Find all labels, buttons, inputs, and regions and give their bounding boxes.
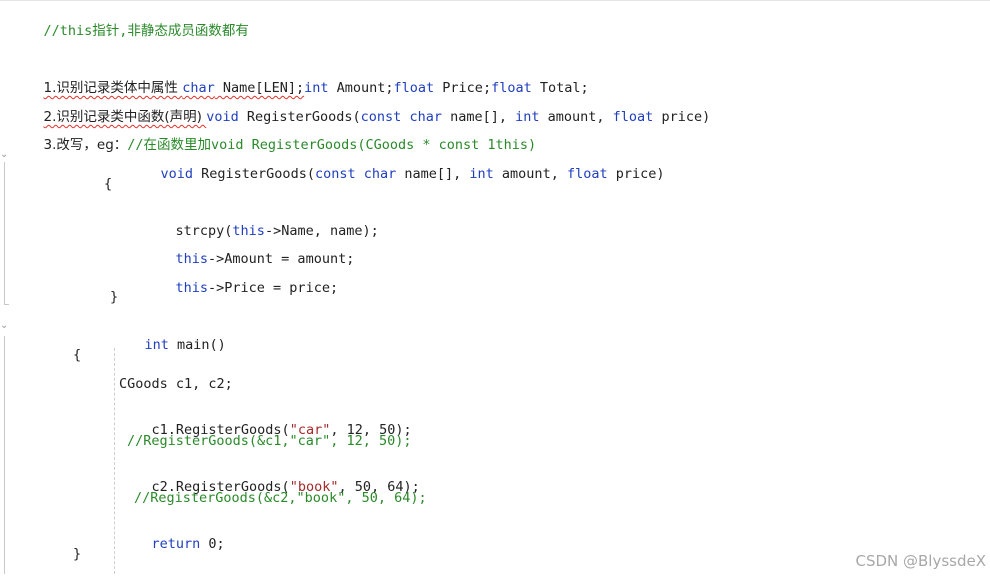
fn-def-line: void RegisterGoods(const char name[], in…	[128, 147, 665, 182]
item2-param3: price)	[653, 109, 711, 125]
item3-line: 3.改写，eg：//在函数里加void RegisterGoods(CGoods…	[11, 118, 537, 153]
item2-param2: amount,	[539, 109, 613, 125]
fn-param3: price)	[607, 166, 665, 182]
indent-guide	[114, 348, 115, 574]
decl-line: CGoods c1, c2;	[119, 376, 233, 392]
fn-kw-char: char	[363, 166, 397, 182]
header-comment-line: //this指针,非静态成员函数都有	[11, 4, 249, 39]
fold-range-end	[4, 304, 9, 305]
fn-name: RegisterGoods(	[193, 166, 315, 182]
main-name: main()	[168, 337, 226, 353]
main-kw-int: int	[144, 337, 169, 353]
watermark: CSDN @BlyssdeX	[855, 552, 986, 570]
item2-line: 2.识别记录类中函数(声明) void RegisterGoods(const …	[11, 90, 711, 125]
call2-line: c2.RegisterGoods("book", 50, 64);	[119, 460, 420, 495]
return-keyword: return	[151, 536, 201, 552]
price-rest: ->Price = price;	[208, 280, 339, 296]
fn-kw-void: void	[160, 166, 194, 182]
item3-prefix: 3.改写，eg：	[43, 137, 128, 153]
header-comment: //this指针,非静态成员函数都有	[43, 23, 249, 39]
fn-kw-int: int	[469, 166, 494, 182]
fn-space	[356, 166, 364, 182]
main-line: int main()	[112, 318, 226, 353]
editor-top-border	[0, 0, 990, 1]
call2-comment: //RegisterGoods(&c2,"book", 50, 64);	[134, 490, 427, 506]
fn-param2: amount,	[493, 166, 567, 182]
call1-comment: //RegisterGoods(&c1,"car", 12, 50);	[127, 433, 412, 449]
return-line: return 0;	[119, 517, 225, 552]
chevron-down-icon[interactable]: ⌄	[0, 321, 10, 331]
code-editor[interactable]: //this指针,非静态成员函数都有 1.识别记录类体中属性 char Name…	[0, 0, 990, 578]
price-kw-this: this	[175, 280, 209, 296]
return-value: 0;	[200, 536, 225, 552]
close-brace-1: }	[110, 289, 119, 305]
strcpy-line: strcpy(this->Name, name);	[143, 204, 379, 239]
fn-kw-float: float	[566, 166, 608, 182]
fold-range-bar	[4, 162, 5, 304]
fold-range-bar-2	[4, 336, 5, 574]
open-brace-2: {	[73, 347, 82, 363]
chevron-down-icon[interactable]: ⌄	[0, 150, 10, 160]
item1-line: 1.识别记录类体中属性 char Name[LEN];int Amount;fl…	[11, 61, 589, 96]
amount-assign-line: this->Amount = amount;	[143, 232, 355, 267]
price-assign-line: this->Price = price;	[143, 261, 339, 296]
call1-line: c1.RegisterGoods("car", 12, 50);	[119, 403, 412, 438]
fn-kw-const: const	[314, 166, 356, 182]
item2-kw-float: float	[612, 109, 654, 125]
close-brace-2: }	[73, 546, 82, 562]
open-brace-1: {	[104, 176, 113, 192]
fn-param1: name[],	[396, 166, 470, 182]
